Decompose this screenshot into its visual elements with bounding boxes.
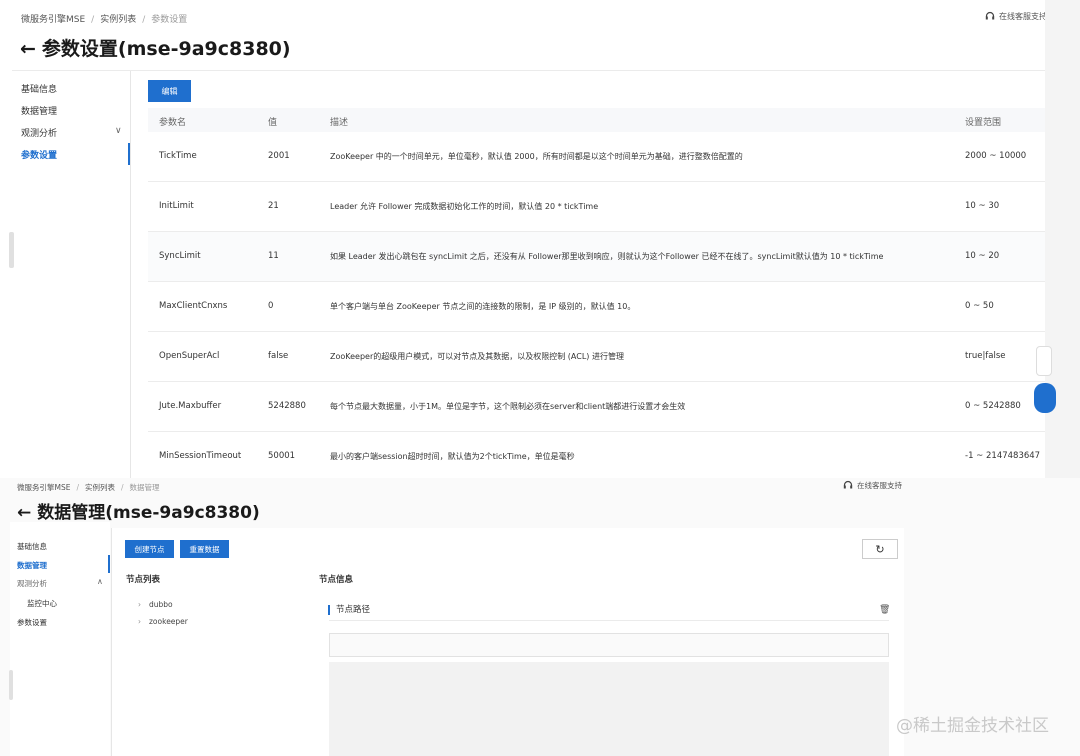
node-info-title: 节点信息 — [319, 575, 354, 585]
param-name: OpenSuperAcl — [159, 351, 220, 361]
param-value: 0 — [268, 301, 274, 311]
back-arrow-icon[interactable]: ← — [17, 503, 31, 523]
page-title-text: 参数设置(mse-9a9c8380) — [41, 38, 291, 60]
table-row: OpenSuperAcl false ZooKeeper的超级用户模式，可以对节… — [148, 332, 1045, 382]
sidebar-item-observe[interactable]: 观测分析 — [21, 126, 57, 139]
col-param-name: 参数名 — [159, 118, 187, 128]
param-name: SyncLimit — [159, 251, 201, 261]
param-range: 0 ~ 50 — [965, 301, 994, 311]
sidebar-divider — [130, 71, 131, 478]
tree-node-dubbo[interactable]: › dubbo — [138, 600, 173, 609]
param-description: ZooKeeper 中的一个时间单元，单位毫秒，默认值 2000，所有时间都是以… — [330, 152, 743, 161]
param-name: TickTime — [159, 151, 197, 161]
support-label: 在线客服支持 — [999, 12, 1045, 21]
breadcrumb-item-mse[interactable]: 微服务引擎MSE — [21, 15, 85, 25]
table-row: MinSessionTimeout 50001 最小的客户端session超时时… — [148, 432, 1045, 478]
node-path-label: 节点路径 — [328, 605, 370, 615]
tree-node-label: zookeeper — [149, 617, 188, 626]
param-range: true|false — [965, 351, 1006, 361]
param-value: 21 — [268, 201, 279, 211]
sidebar-item-basic-info[interactable]: 基础信息 — [17, 541, 47, 552]
watermark: @稀土掘金技术社区 — [896, 716, 1049, 736]
param-name: Jute.Maxbuffer — [159, 401, 222, 411]
breadcrumb-item-instances[interactable]: 实例列表 — [100, 15, 136, 25]
chevron-down-icon[interactable]: ∨ — [115, 126, 122, 136]
headset-icon — [985, 11, 995, 20]
sidebar-item-basic-info[interactable]: 基础信息 — [21, 82, 57, 95]
param-name: InitLimit — [159, 201, 194, 211]
param-settings-panel: 微服务引擎MSE / 实例列表 / 参数设置 在线客服支持 ← 参数设置(mse-9a9c… — [0, 0, 1045, 478]
param-description: 每个节点最大数据量，小于1M。单位是字节，这个限制必须在server和clien… — [330, 402, 686, 411]
data-management-panel: 微服务引擎MSE / 实例列表 / 数据管理 在线客服支持 ← 数据管理(mse-9a9c… — [0, 478, 1080, 756]
tree-node-label: dubbo — [149, 600, 173, 609]
table-row: Jute.Maxbuffer 5242880 每个节点最大数据量，小于1M。单位… — [148, 382, 1045, 432]
param-value: 5242880 — [268, 401, 306, 411]
sidebar-item-data-mgmt[interactable]: 数据管理 — [21, 104, 57, 117]
sidebar-item-params[interactable]: 参数设置 — [17, 617, 47, 628]
back-arrow-icon[interactable]: ← — [20, 38, 36, 60]
chevron-right-icon[interactable]: › — [138, 600, 141, 609]
edit-button[interactable]: 编辑 — [148, 80, 191, 102]
sidebar-item-observe[interactable]: 观测分析 — [17, 578, 47, 589]
tree-node-zookeeper[interactable]: › zookeeper — [138, 617, 188, 626]
side-help-button[interactable] — [1034, 383, 1056, 413]
param-value: 50001 — [268, 451, 296, 461]
param-name: MinSessionTimeout — [159, 451, 242, 461]
create-node-button[interactable]: 创建节点 — [125, 540, 174, 558]
param-value: 2001 — [268, 151, 290, 161]
param-range: 10 ~ 30 — [965, 201, 1000, 211]
col-value: 值 — [268, 118, 278, 128]
chevron-right-icon[interactable]: › — [138, 617, 141, 626]
table-row: TickTime 2001 ZooKeeper 中的一个时间单元，单位毫秒，默认… — [148, 132, 1045, 182]
collapse-handle[interactable] — [9, 232, 14, 268]
node-path-field[interactable] — [329, 633, 889, 657]
page-title-text: 数据管理(mse-9a9c8380) — [37, 503, 260, 523]
chevron-up-icon[interactable]: ∧ — [97, 577, 103, 586]
table-row: SyncLimit 11 如果 Leader 发出心跳包在 syncLimit … — [148, 232, 1045, 282]
param-description: 最小的客户端session超时时间，默认值为2个tickTime，单位是毫秒 — [330, 452, 575, 461]
breadcrumb-item-mse[interactable]: 微服务引擎MSE — [17, 483, 70, 492]
param-range: 2000 ~ 10000 — [965, 151, 1027, 161]
node-list-title: 节点列表 — [126, 575, 161, 585]
headset-icon — [843, 480, 853, 489]
node-data-area[interactable] — [329, 662, 889, 756]
table-row: InitLimit 21 Leader 允许 Follower 完成数据初始化工… — [148, 182, 1045, 232]
support-label: 在线客服支持 — [857, 481, 902, 490]
param-description: 如果 Leader 发出心跳包在 syncLimit 之后，还没有从 Follo… — [330, 252, 884, 261]
header-divider — [12, 70, 1045, 71]
trash-icon[interactable]: 🗑 — [879, 605, 890, 615]
page-title: ← 数据管理(mse-9a9c8380) — [17, 498, 260, 523]
support-link[interactable]: 在线客服支持 — [985, 11, 1045, 22]
breadcrumb: 微服务引擎MSE / 实例列表 / 参数设置 — [21, 15, 188, 25]
sidebar-active-indicator — [108, 555, 110, 573]
param-description: ZooKeeper的超级用户模式，可以对节点及其数据，以及权限控制 (ACL) … — [330, 352, 624, 361]
support-link[interactable]: 在线客服支持 — [843, 480, 902, 491]
reset-data-button[interactable]: 重置数据 — [180, 540, 229, 558]
sidebar — [10, 522, 110, 756]
table-row: MaxClientCnxns 0 单个客户端与单台 ZooKeeper 节点之间… — [148, 282, 1045, 332]
param-name: MaxClientCnxns — [159, 301, 228, 311]
param-range: 0 ~ 5242880 — [965, 401, 1021, 411]
breadcrumb-item-current: 数据管理 — [129, 483, 160, 492]
col-range: 设置范围 — [965, 118, 1002, 128]
param-value: 11 — [268, 251, 279, 261]
param-description: Leader 允许 Follower 完成数据初始化工作的时间，默认值 20 *… — [330, 202, 599, 211]
param-description: 单个客户端与单台 ZooKeeper 节点之间的连接数的限制，是 IP 级别的，… — [330, 302, 636, 311]
node-path-divider — [329, 620, 889, 621]
breadcrumb-item-current: 参数设置 — [151, 15, 188, 25]
col-description: 描述 — [330, 118, 349, 128]
refresh-icon[interactable]: ↻ — [862, 539, 898, 559]
sidebar-item-data-mgmt[interactable]: 数据管理 — [17, 560, 47, 571]
param-range: -1 ~ 2147483647 — [965, 451, 1041, 461]
param-value: false — [268, 351, 289, 361]
sidebar-item-monitor[interactable]: 监控中心 — [27, 598, 57, 609]
breadcrumb: 微服务引擎MSE / 实例列表 / 数据管理 — [17, 483, 160, 492]
collapse-handle[interactable] — [9, 670, 13, 700]
breadcrumb-item-instances[interactable]: 实例列表 — [85, 483, 115, 492]
side-tool-button[interactable] — [1036, 346, 1052, 376]
table-header: 参数名 值 描述 设置范围 — [148, 108, 1045, 132]
page-title: ← 参数设置(mse-9a9c8380) — [20, 34, 291, 61]
sidebar-item-params[interactable]: 参数设置 — [21, 148, 57, 161]
param-range: 10 ~ 20 — [965, 251, 1000, 261]
